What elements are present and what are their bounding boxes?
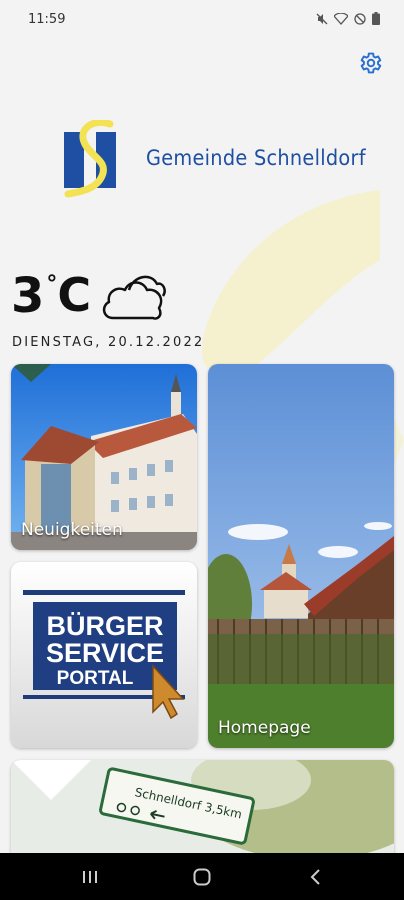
- battery-icon: [372, 12, 380, 30]
- home-icon: [193, 868, 211, 885]
- back-button[interactable]: [286, 853, 346, 900]
- homepage-tile-label: Homepage: [218, 718, 311, 738]
- temperature-unit: C: [57, 268, 92, 322]
- temperature-display: 3 ° C: [11, 268, 91, 324]
- news-tile[interactable]: Neuigkeiten: [11, 364, 197, 550]
- status-bar: 11:59: [0, 0, 404, 40]
- temperature-value: 3: [11, 268, 45, 324]
- recent-apps-icon: [83, 870, 97, 883]
- village-image: [208, 364, 394, 748]
- settings-button[interactable]: [357, 50, 383, 76]
- status-time: 11:59: [28, 12, 66, 27]
- wifi-icon: [333, 12, 349, 30]
- recent-apps-button[interactable]: [60, 853, 120, 900]
- weather-date: DIENSTAG, 20.12.2022: [12, 335, 205, 350]
- degree-symbol: °: [46, 272, 58, 297]
- gear-icon: [360, 52, 382, 74]
- citizen-portal-tile[interactable]: BÜRGER SERVICE PORTAL: [11, 562, 197, 748]
- cycling-tile[interactable]: Schnelldorf 3,5km: [11, 760, 394, 860]
- back-icon: [310, 868, 320, 885]
- portal-logo-line2: SERVICE: [46, 638, 164, 668]
- homepage-tile[interactable]: Homepage: [208, 364, 394, 748]
- mute-icon: [316, 12, 328, 30]
- do-not-disturb-icon: [354, 12, 366, 30]
- cloud-icon: [99, 268, 167, 327]
- portal-logo-line3: PORTAL: [57, 668, 134, 689]
- signpost-image: Schnelldorf 3,5km: [11, 760, 394, 860]
- system-nav-bar: [0, 853, 404, 900]
- home-button[interactable]: [172, 853, 232, 900]
- portal-logo-line1: BÜRGER: [46, 611, 163, 641]
- municipality-logo: [62, 119, 120, 203]
- municipality-name: Gemeinde Schnelldorf: [146, 146, 366, 170]
- news-tile-label: Neuigkeiten: [21, 520, 123, 540]
- citizen-portal-logo: BÜRGER SERVICE PORTAL: [23, 590, 185, 720]
